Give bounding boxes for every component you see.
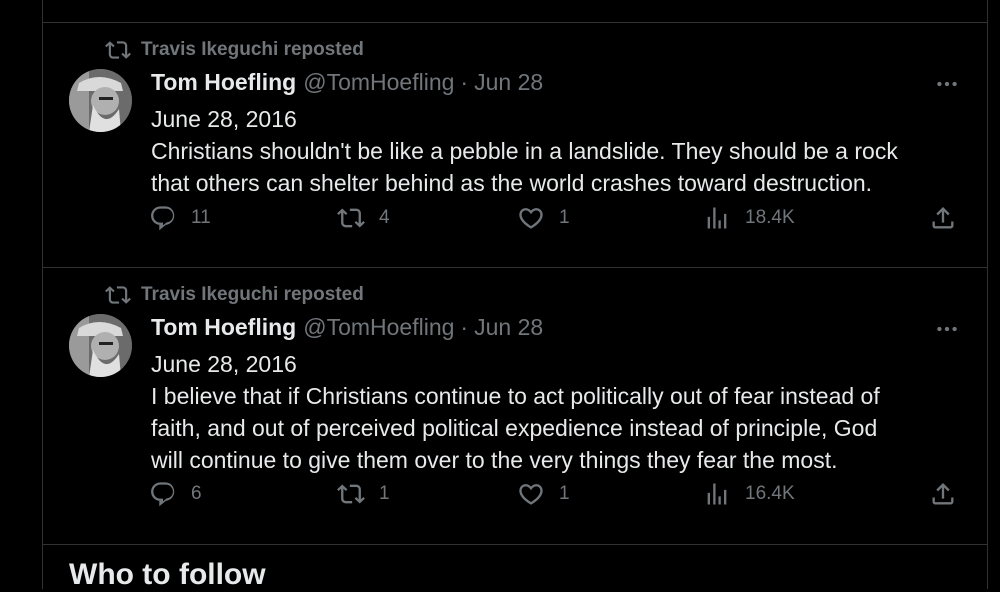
- who-to-follow-heading: Who to follow: [69, 558, 266, 591]
- repost-icon: [105, 286, 131, 304]
- share-button[interactable]: [929, 204, 957, 232]
- like-icon: [519, 484, 543, 505]
- tweet-date[interactable]: Jun 28: [474, 69, 543, 96]
- more-button[interactable]: [933, 316, 961, 342]
- view-count: 18.4K: [745, 207, 795, 228]
- reply-button[interactable]: 11: [149, 204, 211, 232]
- tweet-text-line: June 28, 2016: [151, 351, 297, 377]
- reply-count: 6: [191, 483, 202, 504]
- repost-button[interactable]: 1: [337, 480, 390, 508]
- share-button[interactable]: [929, 480, 957, 508]
- tweet-text: June 28, 2016 I believe that if Christia…: [151, 348, 971, 476]
- author-name[interactable]: Tom Hoefling: [151, 69, 296, 96]
- tweet-text-line: I believe that if Christians continue to…: [151, 383, 880, 409]
- tweet[interactable]: Travis Ikeguchi reposted Tom Hoefling @T…: [43, 23, 987, 268]
- views-button[interactable]: 18.4K: [703, 204, 795, 232]
- repost-count: 1: [379, 483, 390, 504]
- more-button[interactable]: [933, 71, 961, 97]
- reply-icon: [151, 206, 175, 231]
- social-context: Travis Ikeguchi reposted: [105, 282, 364, 308]
- author-handle[interactable]: @TomHoefling: [303, 69, 454, 96]
- tweet-text: June 28, 2016 Christians shouldn't be li…: [151, 103, 971, 199]
- reply-button[interactable]: 6: [149, 480, 202, 508]
- author-name[interactable]: Tom Hoefling: [151, 314, 296, 341]
- social-context: Travis Ikeguchi reposted: [105, 37, 364, 63]
- tweet-text-line: Christians shouldn't be like a pebble in…: [151, 138, 898, 164]
- views-icon: [707, 483, 727, 505]
- tweet-text-line: that others can shelter behind as the wo…: [151, 170, 873, 196]
- author-handle[interactable]: @TomHoefling: [303, 314, 454, 341]
- like-count: 1: [559, 207, 570, 228]
- tweet-text-line: faith, and out of perceived political ex…: [151, 415, 878, 441]
- more-icon: [937, 81, 957, 87]
- timeline-column: Travis Ikeguchi reposted Tom Hoefling @T…: [42, 0, 988, 591]
- like-icon: [519, 208, 543, 229]
- reposted-by-label[interactable]: Travis Ikeguchi reposted: [141, 284, 364, 306]
- repost-button[interactable]: 4: [337, 204, 390, 232]
- share-icon: [932, 483, 954, 505]
- reply-count: 11: [191, 207, 211, 228]
- tweet-date[interactable]: Jun 28: [474, 314, 543, 341]
- tweet-text-line: June 28, 2016: [151, 106, 297, 132]
- repost-icon: [105, 41, 131, 59]
- tweet-header: Tom Hoefling @TomHoefling · Jun 28: [151, 314, 543, 341]
- like-count: 1: [559, 483, 570, 504]
- view-count: 16.4K: [745, 483, 795, 504]
- separator: ·: [460, 314, 469, 340]
- avatar[interactable]: [69, 69, 132, 132]
- views-icon: [707, 207, 727, 229]
- like-button[interactable]: 1: [517, 204, 570, 232]
- tweet-header: Tom Hoefling @TomHoefling · Jun 28: [151, 69, 543, 96]
- repost-icon: [337, 484, 365, 504]
- reposted-by-label[interactable]: Travis Ikeguchi reposted: [141, 39, 364, 61]
- tweet-text-line: will continue to give them over to the v…: [151, 447, 838, 473]
- reply-icon: [151, 482, 175, 507]
- more-icon: [937, 326, 957, 332]
- avatar[interactable]: [69, 314, 132, 377]
- share-icon: [932, 207, 954, 229]
- repost-count: 4: [379, 207, 390, 228]
- like-button[interactable]: 1: [517, 480, 570, 508]
- repost-icon: [337, 208, 365, 228]
- tweet[interactable]: Travis Ikeguchi reposted Tom Hoefling @T…: [43, 268, 987, 545]
- separator: ·: [460, 69, 469, 95]
- views-button[interactable]: 16.4K: [703, 480, 795, 508]
